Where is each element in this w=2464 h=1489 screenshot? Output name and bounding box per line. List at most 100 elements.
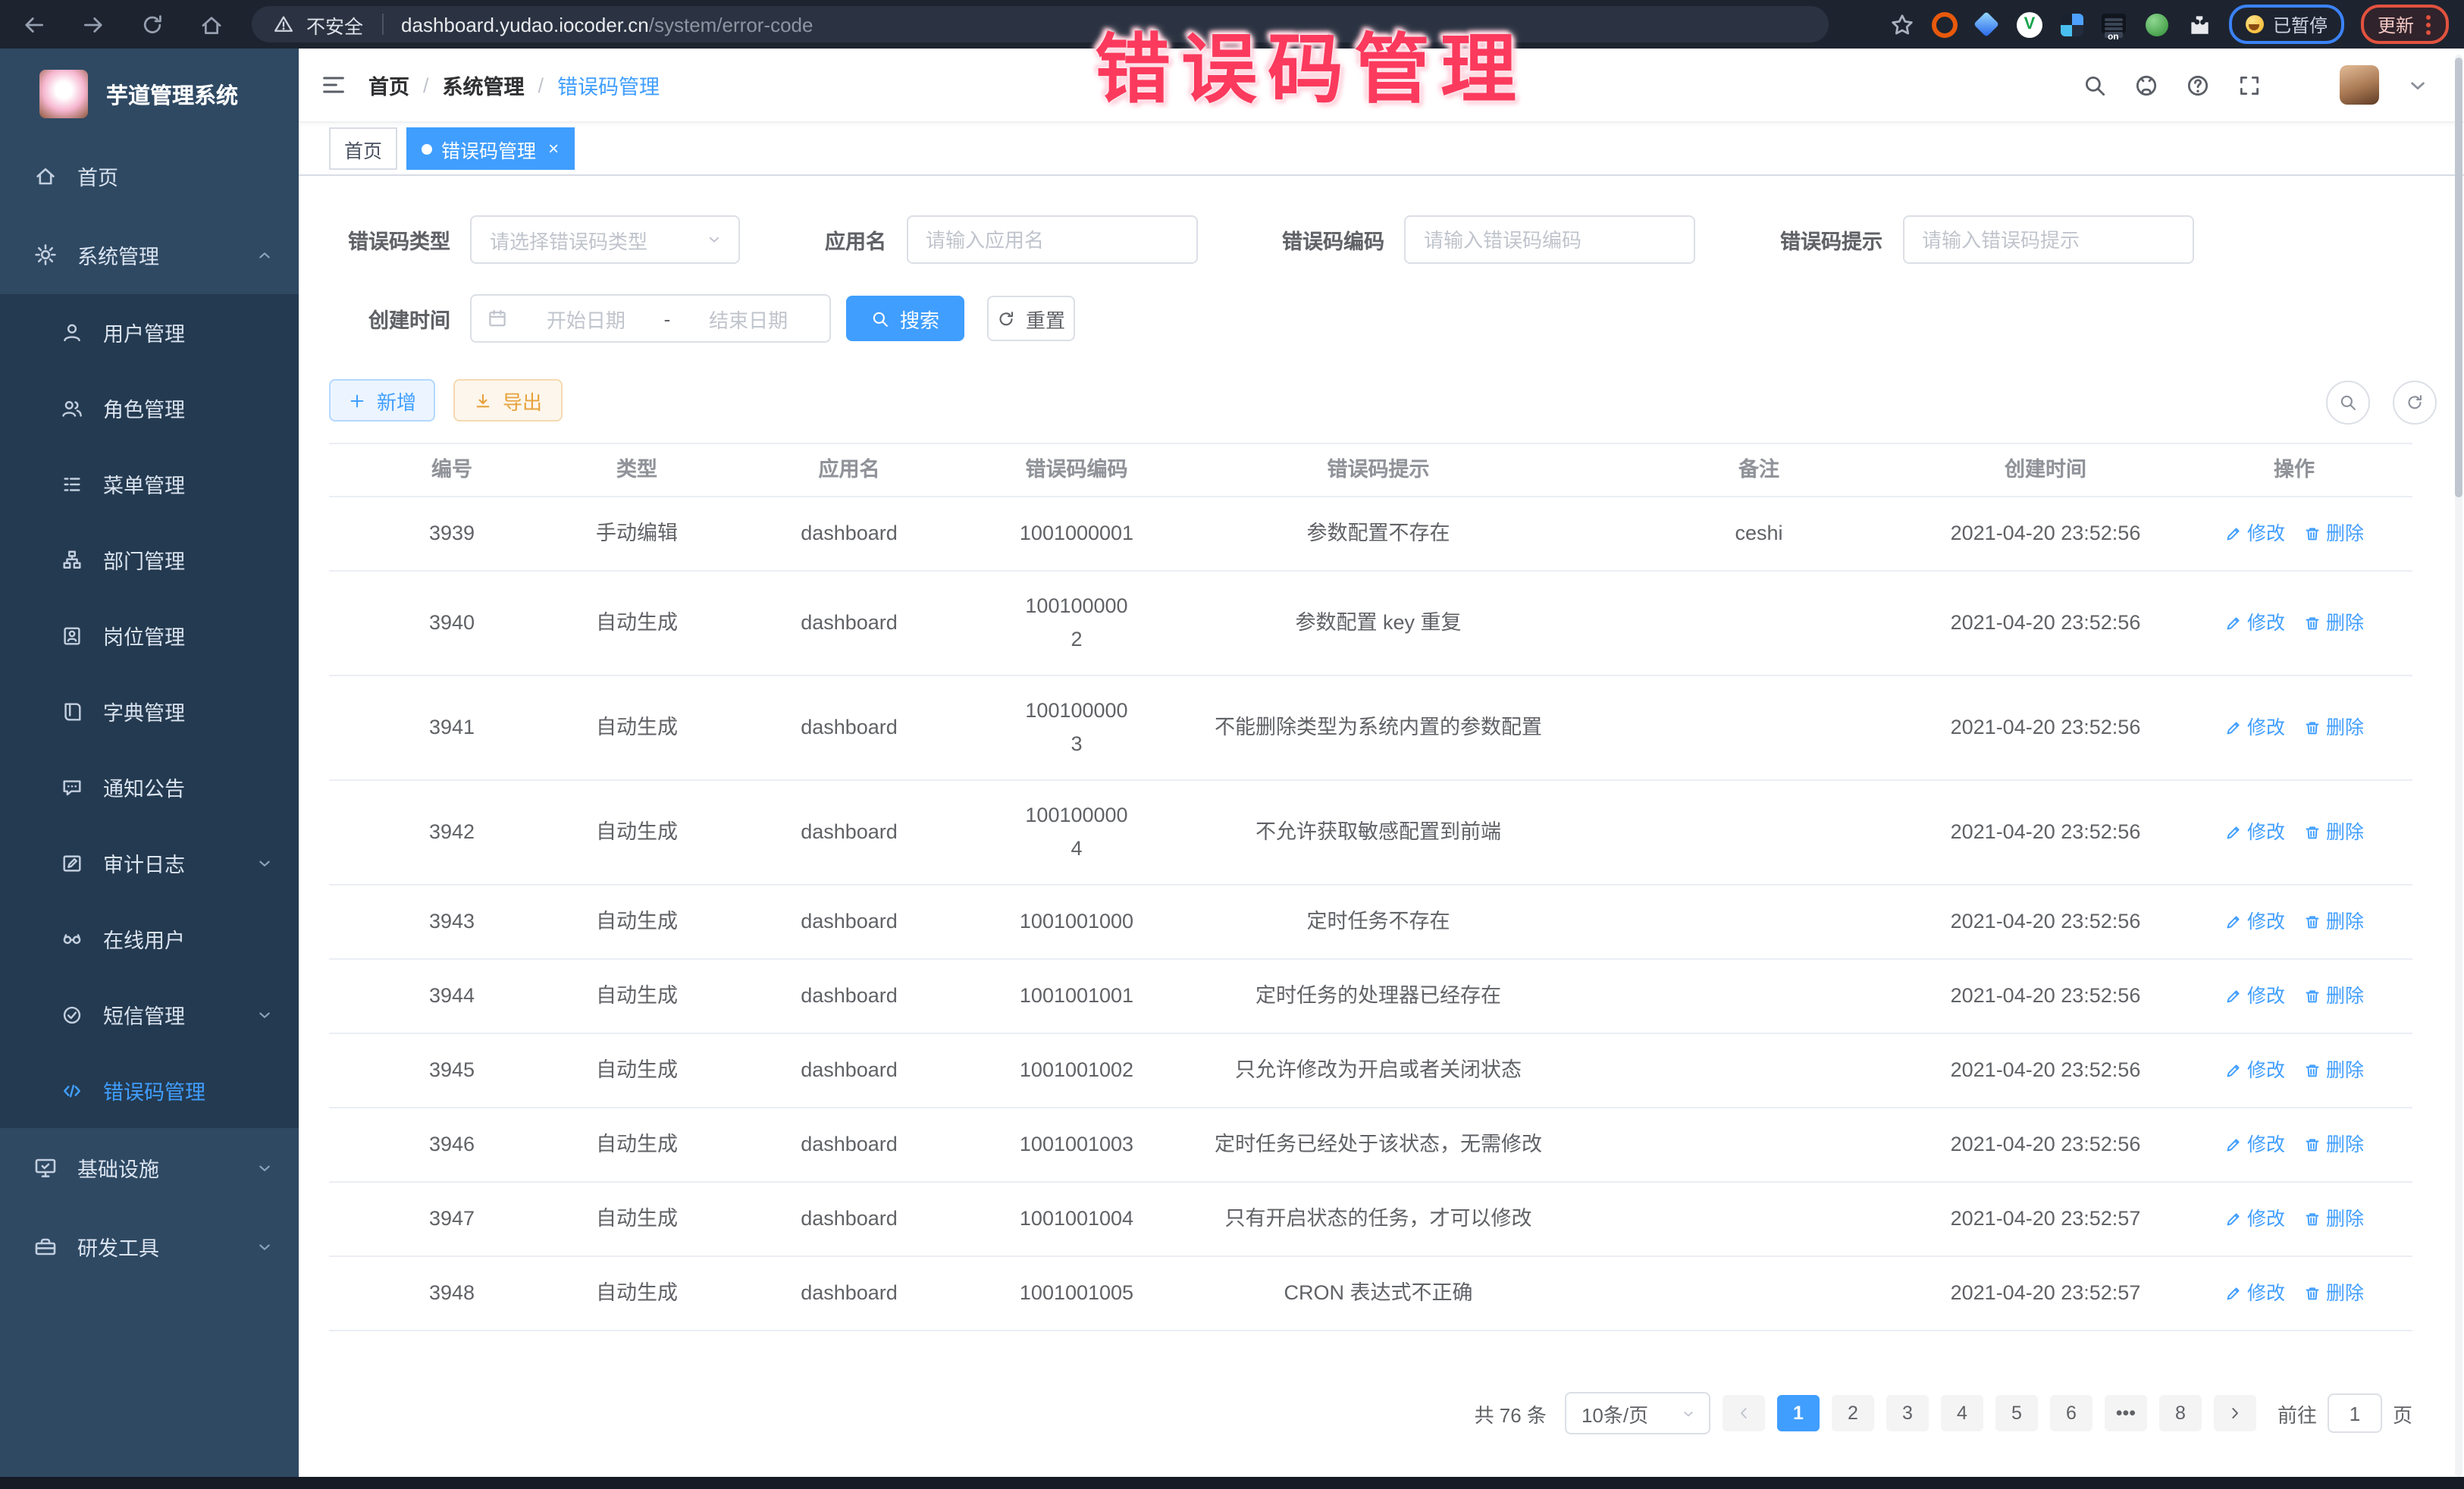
hide-search-button[interactable] [2326,381,2370,425]
delete-link[interactable]: 删除 [2303,1130,2364,1160]
delete-link[interactable]: 删除 [2303,1204,2364,1234]
url-text[interactable]: dashboard.yudao.iocoder.cn/system/error-… [401,13,813,36]
row-time: 2021-04-20 23:52:57 [1915,1202,2176,1235]
edit-link[interactable]: 修改 [2224,817,2285,848]
scrollbar-thumb[interactable] [2455,58,2462,497]
paused-badge[interactable]: 已暂停 [2229,5,2344,44]
page-button-4[interactable]: 4 [1941,1395,1983,1431]
delete-link[interactable]: 删除 [2303,608,2364,638]
delete-link[interactable]: 删除 [2303,907,2364,937]
home-icon[interactable] [199,11,224,37]
orange-circle-extension-icon[interactable] [1932,11,1958,37]
bookmark-star-icon[interactable] [1889,11,1915,37]
collapse-sidebar-icon[interactable] [320,71,347,99]
tab-close-icon[interactable]: × [548,138,559,159]
forward-icon[interactable] [80,11,106,37]
delete-link[interactable]: 删除 [2303,981,2364,1011]
sidebar-item-infra[interactable]: 基础设施 [0,1128,299,1207]
edit-link[interactable]: 修改 [2224,1278,2285,1309]
update-button[interactable]: 更新 [2361,5,2449,44]
edit-link[interactable]: 修改 [2224,1055,2285,1086]
delete-link[interactable]: 删除 [2303,1055,2364,1086]
sidebar-item-home[interactable]: 首页 [0,136,299,215]
page-button-3[interactable]: 3 [1886,1395,1929,1431]
add-button[interactable]: 新增 [329,379,435,422]
sidebar-item-sms[interactable]: 短信管理 [0,976,299,1052]
more-pages-button[interactable]: ••• [2105,1395,2147,1431]
sidebar-item-error-code[interactable]: 错误码管理 [0,1052,299,1128]
date-range-picker[interactable]: 开始日期 - 结束日期 [470,294,831,343]
breadcrumb-system[interactable]: 系统管理 [443,70,525,100]
reset-button[interactable]: 重置 [987,296,1075,341]
fullscreen-icon[interactable] [2237,72,2262,98]
user-avatar[interactable] [2340,65,2379,105]
page-size-select[interactable]: 10条/页 [1565,1392,1710,1434]
sidebar-item-notice[interactable]: 通知公告 [0,749,299,825]
font-size-icon[interactable] [2288,72,2314,98]
sidebar-item-audit-log[interactable]: 审计日志 [0,825,299,901]
sidebar-item-role[interactable]: 角色管理 [0,370,299,446]
page-button-5[interactable]: 5 [1995,1395,2038,1431]
sidebar-item-user[interactable]: 用户管理 [0,294,299,370]
green-v-extension-icon[interactable]: V [2017,11,2042,37]
edit-link[interactable]: 修改 [2224,608,2285,638]
delete-link[interactable]: 删除 [2303,817,2364,848]
export-button[interactable]: 导出 [453,379,563,422]
edit-link[interactable]: 修改 [2224,519,2285,549]
chevron-down-icon [255,1005,274,1024]
page-button-6[interactable]: 6 [2050,1395,2093,1431]
address-bar[interactable]: 不安全 dashboard.yudao.iocoder.cn/system/er… [252,6,1829,42]
row-msg: 只允许修改为开启或者关闭状态 [1154,1054,1603,1086]
page-scrollbar[interactable] [2455,55,2462,1477]
reload-icon[interactable] [140,11,165,37]
page-size-value: 10条/页 [1582,1399,1648,1428]
search-button[interactable]: 搜索 [846,296,964,341]
page-button-2[interactable]: 2 [1832,1395,1874,1431]
breadcrumb-home[interactable]: 首页 [368,70,409,100]
code-input[interactable] [1406,228,1694,251]
tab-home[interactable]: 首页 [329,127,397,170]
edit-link[interactable]: 修改 [2224,713,2285,743]
sidebar-item-dict[interactable]: 字典管理 [0,673,299,749]
row-remark: ceshi [1603,517,1915,550]
back-icon[interactable] [21,11,47,37]
search-icon[interactable] [2082,72,2108,98]
list-on-extension-icon[interactable]: on [2102,11,2127,37]
prev-page-button[interactable] [1723,1395,1765,1431]
security-label[interactable]: 不安全 [306,10,363,39]
delete-link[interactable]: 删除 [2303,519,2364,549]
next-page-button[interactable] [2214,1395,2256,1431]
app-input[interactable] [908,228,1196,251]
delete-link[interactable]: 删除 [2303,713,2364,743]
goto-page-input[interactable] [2329,1402,2381,1425]
tab-error-code[interactable]: 错误码管理× [406,127,574,170]
sidebar-item-dev-tools[interactable]: 研发工具 [0,1207,299,1286]
edit-link[interactable]: 修改 [2224,1204,2285,1234]
help-icon[interactable] [2185,72,2211,98]
page-button-8[interactable]: 8 [2159,1395,2202,1431]
row-type: 自动生成 [575,1128,699,1161]
delete-link[interactable]: 删除 [2303,1278,2364,1309]
blue-gem-extension-icon[interactable] [1974,11,2000,37]
browser-menu-dots-icon[interactable] [2426,14,2432,34]
sidebar-item-online-user[interactable]: 在线用户 [0,901,299,976]
puzzle-extensions-icon[interactable] [2187,11,2212,37]
msg-input[interactable] [1904,228,2192,251]
sidebar-logo[interactable]: 芋道管理系统 [0,49,299,136]
refresh-table-button[interactable] [2393,381,2437,425]
green-badge-extension-icon[interactable] [2144,11,2170,37]
sidebar-item-menu[interactable]: 菜单管理 [0,446,299,522]
edit-link[interactable]: 修改 [2224,981,2285,1011]
sidebar-item-dept[interactable]: 部门管理 [0,522,299,597]
edit-link[interactable]: 修改 [2224,1130,2285,1160]
grid-extension-icon[interactable] [2059,11,2085,37]
edit-link[interactable]: 修改 [2224,907,2285,937]
page-button-1[interactable]: 1 [1777,1395,1820,1431]
type-select[interactable]: 请选择错误码类型 [470,215,740,264]
chevron-down-icon[interactable] [2405,72,2431,98]
row-type: 自动生成 [575,980,699,1012]
sidebar-item-post[interactable]: 岗位管理 [0,597,299,673]
warning-triangle-icon[interactable] [273,14,294,35]
sidebar-item-system[interactable]: 系统管理 [0,215,299,294]
github-icon[interactable] [2133,72,2159,98]
